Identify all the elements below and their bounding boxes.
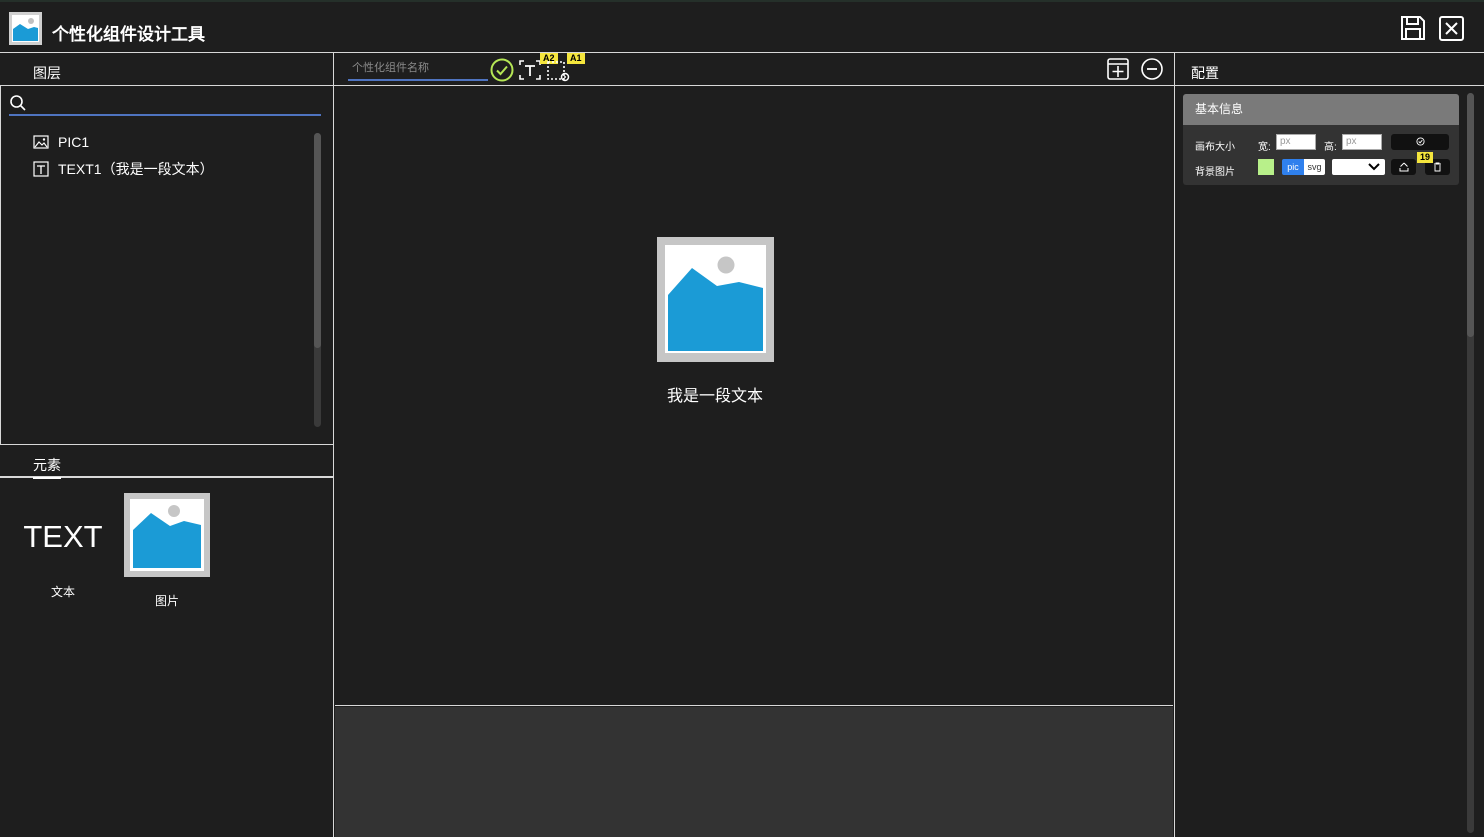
pic-tool-badge: A1 <box>567 53 585 64</box>
apply-size-button[interactable] <box>1391 134 1449 150</box>
height-label: 高: <box>1324 142 1337 153</box>
bg-image-label: 背景图片 <box>1195 167 1235 178</box>
canvas-workspace-background <box>335 707 1173 837</box>
width-label: 宽: <box>1258 142 1271 153</box>
layer-item-text1[interactable]: TEXT1（我是一段文本） <box>33 158 214 180</box>
save-icon[interactable] <box>1399 14 1427 42</box>
text-icon <box>33 161 49 177</box>
check-circle-icon <box>1415 137 1425 146</box>
layer-item-label: TEXT1（我是一段文本） <box>58 161 214 177</box>
bg-image-select[interactable] <box>1332 159 1385 175</box>
count-badge: 19 <box>1417 152 1434 163</box>
layer-search <box>9 92 321 116</box>
confirm-icon[interactable] <box>489 57 515 83</box>
left-panel: 图层 PIC1 TEXT1（我是一段文本） 元素 TEXT 文本 图片 <box>0 53 334 837</box>
config-header: 配置 <box>1175 53 1484 86</box>
text-element-preview: TEXT <box>23 519 103 554</box>
layers-title: 图层 <box>33 65 61 81</box>
elements-tab-bar: 元素 <box>0 445 334 479</box>
zoom-out-icon[interactable] <box>1139 56 1165 82</box>
bg-color-swatch[interactable] <box>1258 159 1274 175</box>
element-text[interactable]: TEXT 文本 <box>17 495 109 600</box>
image-icon <box>9 12 42 45</box>
element-picture[interactable]: 图片 <box>123 493 211 609</box>
image-icon <box>33 135 49 149</box>
layer-item-label: PIC1 <box>58 134 90 150</box>
svg-option-button[interactable]: svg <box>1304 159 1325 175</box>
layers-panel: PIC1 TEXT1（我是一段文本） <box>0 86 334 445</box>
layers-header: 图层 <box>0 53 334 86</box>
trash-icon <box>1434 162 1441 172</box>
element-label: 文本 <box>50 585 75 599</box>
config-scrollbar-thumb[interactable] <box>1467 93 1474 337</box>
canvas-width-input[interactable]: px <box>1276 134 1316 150</box>
component-name-field <box>348 58 488 81</box>
canvas-size-label: 画布大小 <box>1195 142 1235 153</box>
search-icon <box>10 95 26 111</box>
canvas-height-input[interactable]: px <box>1342 134 1382 150</box>
component-name-input[interactable] <box>348 58 488 78</box>
tab-elements[interactable]: 元素 <box>33 455 61 479</box>
pic-option-button[interactable]: pic <box>1282 159 1304 175</box>
chevron-down-icon <box>1368 163 1380 171</box>
close-icon[interactable] <box>1439 16 1464 41</box>
element-label: 图片 <box>154 594 179 608</box>
config-panel: 配置 基本信息 画布大小 宽: px 高: px 背景图片 pic svg 19 <box>1174 53 1484 837</box>
app-title: 个性化组件设计工具 <box>52 25 205 44</box>
upload-icon <box>1399 162 1408 172</box>
canvas-toolbar: A2 A1 <box>334 53 1174 86</box>
layers-scrollbar[interactable] <box>314 133 321 427</box>
canvas-picture-element[interactable] <box>657 237 774 362</box>
basic-info-title[interactable]: 基本信息 <box>1183 94 1459 125</box>
layer-search-input[interactable] <box>31 92 319 114</box>
layer-item-pic1[interactable]: PIC1 <box>33 131 89 153</box>
canvas-text-element[interactable]: 我是一段文本 <box>635 382 795 406</box>
upload-button[interactable] <box>1391 159 1416 175</box>
config-title: 配置 <box>1191 65 1219 81</box>
config-scrollbar[interactable] <box>1467 93 1474 833</box>
image-placeholder-icon <box>124 493 210 577</box>
zoom-in-icon[interactable] <box>1105 56 1131 82</box>
design-canvas[interactable]: 我是一段文本 <box>335 86 1173 706</box>
layers-scrollbar-thumb[interactable] <box>314 133 321 348</box>
title-bar: 个性化组件设计工具 <box>0 0 1484 53</box>
